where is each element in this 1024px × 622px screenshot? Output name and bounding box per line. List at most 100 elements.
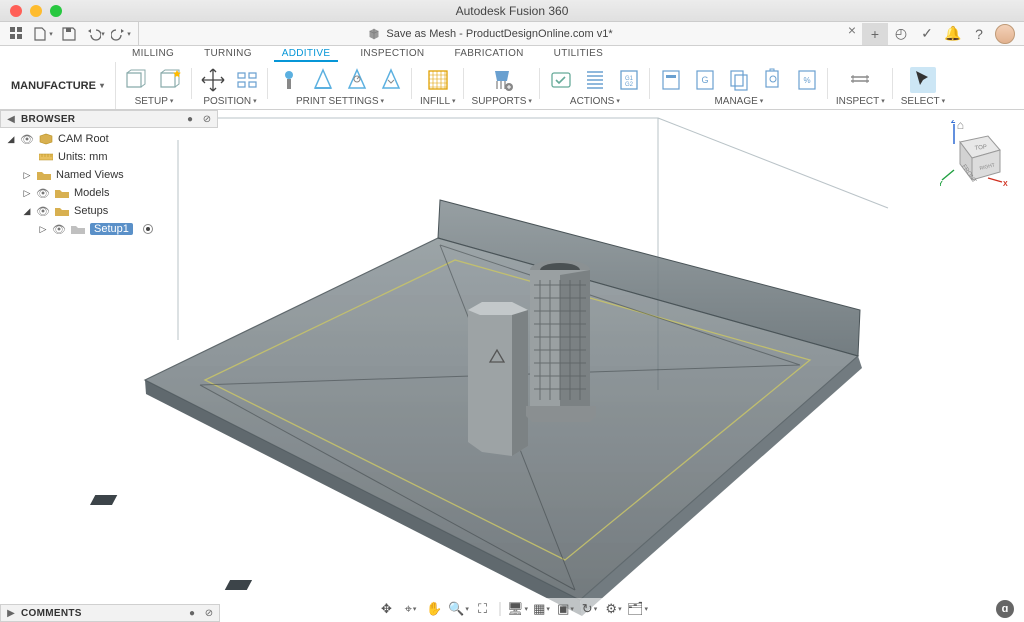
window-zoom-button[interactable] [50, 5, 62, 17]
browser-close-button[interactable]: ⊘ [201, 114, 213, 125]
filter-button[interactable]: 🗂▾ [629, 600, 647, 618]
window-title: Autodesk Fusion 360 [0, 4, 1024, 18]
comments-panel-header[interactable]: ▶ COMMENTS ● ⊘ [0, 604, 220, 622]
ribbon-group-select: SELECT▾ [893, 62, 953, 109]
tab-fabrication[interactable]: FABRICATION [446, 46, 531, 62]
manage-5-button[interactable]: % [794, 67, 820, 93]
ribbon-group-inspect: INSPECT▾ [828, 62, 893, 109]
select-button[interactable] [910, 67, 936, 93]
document-tab-label: Save as Mesh - ProductDesignOnline.com v… [386, 28, 612, 40]
twisty-icon[interactable]: ◢ [22, 206, 32, 217]
manage-2-button[interactable]: G [692, 67, 718, 93]
job-status-button[interactable]: ✓ [914, 23, 940, 45]
tree-row-setup1[interactable]: ▷ 👁 Setup1 [0, 220, 218, 238]
tab-additive[interactable]: ADDITIVE [274, 46, 339, 62]
browser-pin-button[interactable]: ● [183, 114, 197, 125]
twisty-icon[interactable]: ◢ [6, 134, 16, 145]
comments-pin-button[interactable]: ● [185, 608, 199, 619]
profile-button[interactable] [992, 23, 1018, 45]
window-close-button[interactable] [10, 5, 22, 17]
grid-settings-button[interactable]: ▦▾ [533, 600, 551, 618]
ruler-icon [38, 150, 54, 164]
simulate-button[interactable] [582, 67, 608, 93]
actions-label: ACTIONS [570, 96, 614, 108]
printsettings-label: PRINT SETTINGS [296, 96, 379, 108]
manage-3-button[interactable] [726, 67, 752, 93]
ribbon-group-position: POSITION▾ [192, 62, 268, 109]
window-minimize-button[interactable] [30, 5, 42, 17]
tree-row-models[interactable]: ▷ 👁 Models [0, 184, 218, 202]
display-settings-button[interactable]: 🖥▾ [509, 600, 527, 618]
extensions-button[interactable]: ◴ [888, 23, 914, 45]
inspect-button[interactable] [847, 67, 873, 93]
workspace-switcher[interactable]: MANUFACTURE▾ [0, 62, 116, 109]
visibility-icon[interactable]: 👁 [20, 133, 34, 146]
zoom-button[interactable]: 🔍▾ [450, 600, 468, 618]
comments-title: COMMENTS [21, 608, 82, 619]
manage-1-button[interactable] [658, 67, 684, 93]
viewport[interactable]: ◀ BROWSER ● ⊘ ◢ 👁 CAM Root Units: mm ▷ N… [0, 110, 1024, 622]
tab-turning[interactable]: TURNING [196, 46, 260, 62]
file-menu-button[interactable]: ▾ [32, 24, 54, 44]
autoarrange-button[interactable] [234, 67, 260, 93]
tab-milling[interactable]: MILLING [124, 46, 182, 62]
generate-button[interactable] [548, 67, 574, 93]
effects-button[interactable]: ⚙▾ [605, 600, 623, 618]
supports-button[interactable] [489, 67, 515, 93]
precision-button[interactable] [378, 67, 404, 93]
twisty-icon[interactable]: ▷ [22, 170, 32, 181]
comments-expand-button[interactable]: ▶ [5, 608, 17, 619]
infill-button[interactable] [425, 67, 451, 93]
tree-row-setups[interactable]: ◢ 👁 Setups [0, 202, 218, 220]
move-button[interactable] [200, 67, 226, 93]
manage-4-button[interactable] [760, 67, 786, 93]
tree-row-camroot[interactable]: ◢ 👁 CAM Root [0, 130, 218, 148]
new-setup-button[interactable] [124, 67, 150, 93]
active-setup-radio[interactable] [143, 224, 153, 234]
svg-text:%: % [803, 76, 810, 85]
tab-inspection[interactable]: INSPECTION [352, 46, 432, 62]
models-label: Models [74, 187, 109, 199]
browser-header[interactable]: ◀ BROWSER ● ⊘ [0, 110, 218, 128]
shell-button[interactable] [310, 67, 336, 93]
twisty-icon[interactable]: ▷ [22, 188, 32, 199]
document-tab-close-button[interactable]: × [842, 22, 862, 45]
save-button[interactable] [58, 24, 80, 44]
visibility-icon[interactable]: 👁 [36, 205, 50, 218]
folder-icon [54, 186, 70, 200]
snapshot-button[interactable]: ↻▾ [581, 600, 599, 618]
infill-label: INFILL [420, 96, 450, 108]
new-tab-button[interactable]: + [862, 23, 888, 45]
tab-utilities[interactable]: UTILITIES [546, 46, 611, 62]
autodesk-badge[interactable]: ɑ [996, 600, 1014, 618]
postprocess-button[interactable]: G1G2 [616, 67, 642, 93]
ribbon-group-manage: G % MANAGE▾ [650, 62, 828, 109]
fit-button[interactable]: ⛶ [474, 600, 492, 618]
visibility-icon[interactable]: 👁 [52, 223, 66, 236]
browser-title: BROWSER [21, 114, 75, 125]
speed-button[interactable] [344, 67, 370, 93]
notifications-button[interactable]: 🔔 [940, 23, 966, 45]
lookat-button[interactable]: ⌖▾ [402, 600, 420, 618]
comments-close-button[interactable]: ⊘ [203, 608, 215, 619]
visibility-icon[interactable]: 👁 [36, 187, 50, 200]
inspect-label: INSPECT [836, 96, 879, 108]
browser-collapse-button[interactable]: ◀ [5, 114, 17, 125]
setups-label: Setups [74, 205, 108, 217]
twisty-icon[interactable]: ▷ [38, 224, 48, 235]
redo-button[interactable]: ▾ [110, 24, 132, 44]
tree-row-units[interactable]: Units: mm [0, 148, 218, 166]
viewcube[interactable]: ⌂ Z Y X TOP FRONT RIGHT [954, 120, 1008, 190]
manage-label: MANAGE [714, 96, 757, 108]
data-panel-button[interactable] [6, 24, 28, 44]
print-settings-button[interactable] [276, 67, 302, 93]
tree-row-namedviews[interactable]: ▷ Named Views [0, 166, 218, 184]
orbit-button[interactable]: ✥ [378, 600, 396, 618]
divider [500, 602, 501, 616]
viewport-layouts-button[interactable]: ▣▾ [557, 600, 575, 618]
help-button[interactable]: ? [966, 23, 992, 45]
undo-button[interactable]: ▾ [84, 24, 106, 44]
new-setup-star-button[interactable] [158, 67, 184, 93]
document-tab[interactable]: Save as Mesh - ProductDesignOnline.com v… [139, 22, 842, 45]
pan-button[interactable]: ✋ [426, 600, 444, 618]
